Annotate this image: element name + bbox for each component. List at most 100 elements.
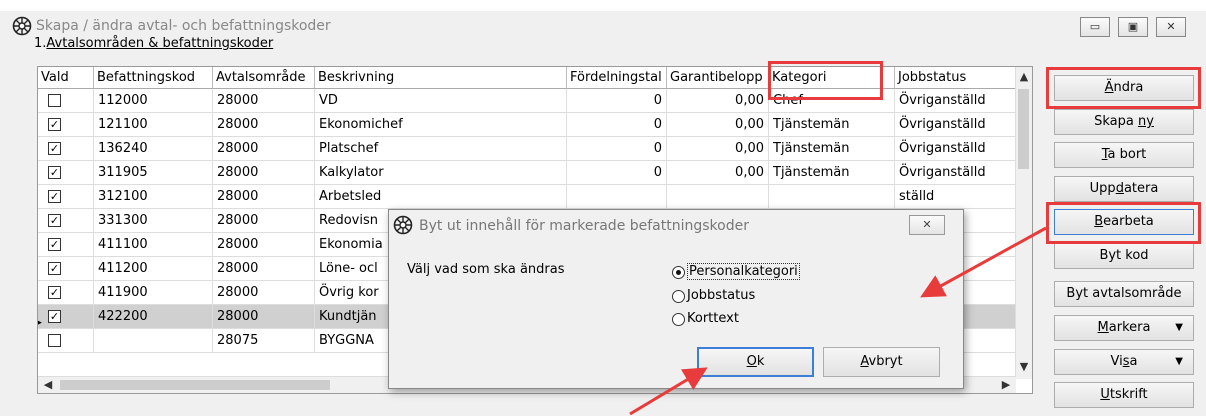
- table-cell: 28000: [213, 233, 315, 257]
- table-cell: 0,00: [667, 113, 769, 137]
- scroll-up-icon[interactable]: ▲: [1016, 69, 1032, 85]
- chevron-down-icon: ▼: [1175, 322, 1183, 333]
- annotation-box-andra: [1046, 67, 1201, 109]
- vald-cell: ✓: [38, 209, 94, 233]
- vertical-scroll-thumb[interactable]: [1018, 89, 1029, 169]
- dialog-prompt: Välj vad som ska ändras: [407, 262, 565, 277]
- table-cell: 28000: [213, 89, 315, 113]
- byt-kod-button[interactable]: Byt kod: [1054, 243, 1194, 269]
- table-row[interactable]: ✓ 121100 28000 Ekonomichef 0 0,00 Tjänstemän Öv…: [38, 113, 1018, 137]
- table-row[interactable]: ✓ 311905 28000 Kalkylator 0 0,00 Tjänstemän Övr…: [38, 161, 1018, 185]
- table-cell: [94, 329, 213, 353]
- table-cell: 411100: [94, 233, 213, 257]
- group-label: 1.Avtalsområden & befattningskoder: [34, 36, 274, 51]
- byt-avtalsomrade-button[interactable]: Byt avtalsområde: [1054, 281, 1194, 307]
- table-cell: Tjänstemän: [769, 137, 895, 161]
- table-cell: 0: [567, 113, 667, 137]
- column-header[interactable]: Garantibelopp: [667, 67, 769, 89]
- close-button[interactable]: ✕: [1156, 17, 1186, 37]
- vald-checkbox[interactable]: [48, 94, 61, 107]
- vald-checkbox[interactable]: [48, 334, 61, 347]
- radio-dot[interactable]: [672, 313, 685, 326]
- table-cell: Ekonomichef: [315, 113, 567, 137]
- uppdatera-button[interactable]: Uppdatera: [1054, 176, 1194, 202]
- vald-cell: ✓: [38, 137, 94, 161]
- table-cell: 0,00: [667, 137, 769, 161]
- radio-dot[interactable]: [672, 266, 685, 279]
- column-header[interactable]: Vald: [38, 67, 94, 89]
- table-cell: 28000: [213, 137, 315, 161]
- vald-checkbox[interactable]: ✓: [48, 214, 61, 227]
- vald-checkbox[interactable]: ✓: [48, 286, 61, 299]
- table-cell: Övriganställd: [895, 89, 1017, 113]
- table-cell: Övriganställd: [895, 137, 1017, 161]
- app-logo-icon: [393, 215, 413, 235]
- table-cell: 28000: [213, 257, 315, 281]
- utskrift-button[interactable]: Utskrift: [1054, 382, 1194, 408]
- table-cell: 312100: [94, 185, 213, 209]
- table-cell: 121100: [94, 113, 213, 137]
- markera-dropdown[interactable]: Markera ▼: [1054, 315, 1194, 341]
- table-cell: [667, 185, 769, 209]
- maximize-button[interactable]: ▣: [1118, 17, 1148, 37]
- table-cell: [769, 185, 895, 209]
- minimize-button[interactable]: ▭: [1080, 17, 1110, 37]
- table-cell: 411200: [94, 257, 213, 281]
- table-cell: 0,00: [667, 89, 769, 113]
- scroll-left-icon[interactable]: ◀: [40, 377, 56, 393]
- table-cell: 28000: [213, 185, 315, 209]
- vald-cell: ✓: [38, 185, 94, 209]
- table-cell: 0: [567, 137, 667, 161]
- horizontal-scroll-thumb[interactable]: [60, 380, 330, 390]
- column-header[interactable]: Jobbstatus: [895, 67, 1017, 89]
- table-cell: 28000: [213, 113, 315, 137]
- vald-checkbox[interactable]: ✓: [48, 238, 61, 251]
- annotation-box-bearbeta: [1046, 202, 1201, 244]
- table-row[interactable]: ✓ 136240 28000 Platschef 0 0,00 Tjänstemän Övri…: [38, 137, 1018, 161]
- vald-cell: ✓: [38, 161, 94, 185]
- vald-checkbox[interactable]: ✓: [48, 190, 61, 203]
- table-row[interactable]: ✓ 312100 28000 Arbetsled ställd: [38, 185, 1018, 209]
- dialog-close-button[interactable]: ✕: [909, 215, 945, 235]
- radio-dot[interactable]: [672, 290, 685, 303]
- window-title: Skapa / ändra avtal- och befattningskode…: [36, 18, 331, 34]
- table-cell: 0,00: [667, 161, 769, 185]
- table-cell: 0: [567, 89, 667, 113]
- table-cell: 331300: [94, 209, 213, 233]
- visa-dropdown[interactable]: Visa ▼: [1054, 349, 1194, 375]
- ok-button[interactable]: Ok: [697, 347, 814, 377]
- column-header[interactable]: Beskrivning: [315, 67, 567, 89]
- replace-content-dialog: Byt ut innehåll för markerade befattning…: [388, 209, 964, 389]
- table-cell: Platschef: [315, 137, 567, 161]
- table-cell: Kalkylator: [315, 161, 567, 185]
- table-cell: 28000: [213, 209, 315, 233]
- table-cell: 28000: [213, 305, 315, 329]
- ta-bort-button[interactable]: Ta bort: [1054, 142, 1194, 168]
- vald-cell: ✓: [38, 257, 94, 281]
- vald-checkbox[interactable]: ✓: [48, 142, 61, 155]
- vald-cell: ▶✓: [38, 305, 94, 329]
- dialog-title: Byt ut innehåll för markerade befattning…: [419, 218, 749, 234]
- table-cell: 411900: [94, 281, 213, 305]
- skapa-ny-button[interactable]: Skapa ny: [1054, 109, 1194, 135]
- app-logo-icon: [12, 16, 32, 36]
- column-header[interactable]: Fördelningstal: [567, 67, 667, 89]
- table-cell: 136240: [94, 137, 213, 161]
- vald-checkbox[interactable]: ✓: [48, 166, 61, 179]
- scroll-down-icon[interactable]: ▼: [1016, 359, 1032, 375]
- table-cell: Arbetsled: [315, 185, 567, 209]
- table-cell: 28075: [213, 329, 315, 353]
- vald-checkbox[interactable]: ✓: [48, 262, 61, 275]
- vald-cell: ✓: [38, 281, 94, 305]
- scroll-right-icon[interactable]: ▶: [998, 377, 1014, 393]
- vald-checkbox[interactable]: ✓: [48, 310, 61, 323]
- vald-checkbox[interactable]: ✓: [48, 118, 61, 131]
- column-header[interactable]: Avtalsområde: [213, 67, 315, 89]
- avbryt-button[interactable]: Avbryt: [823, 347, 940, 377]
- chevron-down-icon: ▼: [1175, 356, 1183, 367]
- column-header[interactable]: Befattningskod: [94, 67, 213, 89]
- vertical-scrollbar[interactable]: ▲ ▼: [1015, 67, 1032, 379]
- vald-cell: [38, 89, 94, 113]
- table-cell: 28000: [213, 161, 315, 185]
- table-cell: 28000: [213, 281, 315, 305]
